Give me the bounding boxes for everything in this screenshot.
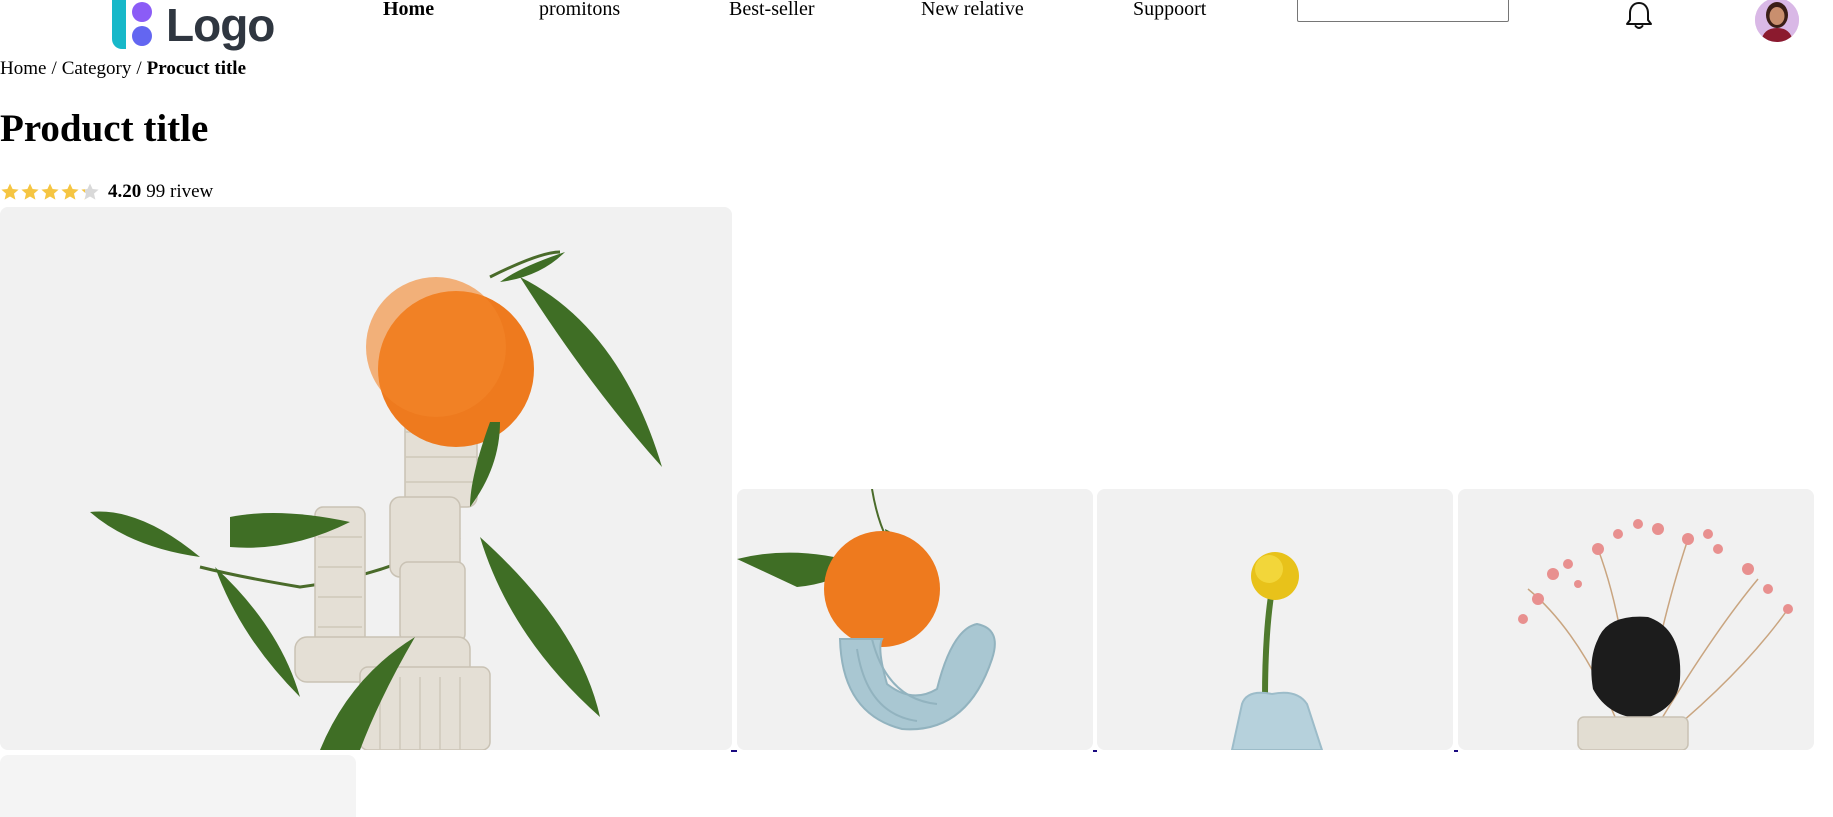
- thumbnail-indicator: [1093, 750, 1097, 752]
- image-placeholder: [0, 755, 356, 817]
- nav-new-relative[interactable]: New relative: [921, 0, 1024, 21]
- thumbnail-indicator: [731, 750, 737, 752]
- logo-mark-icon: [110, 0, 160, 50]
- logo[interactable]: Logo: [110, 0, 275, 51]
- breadcrumb-home[interactable]: Home: [0, 58, 46, 79]
- breadcrumb: Home / Category / Procuct title: [0, 58, 246, 80]
- nav-suppoort[interactable]: Suppoort: [1133, 0, 1206, 21]
- logo-text: Logo: [166, 0, 275, 51]
- page-title: Product title: [0, 107, 209, 150]
- nav-home[interactable]: Home: [383, 0, 434, 21]
- rating-value: 4.20: [108, 181, 142, 202]
- star-icon: [81, 183, 99, 200]
- product-rating: 4.20 99 rivew: [0, 180, 213, 204]
- thumbnail-orange-blue-clay[interactable]: [737, 489, 1093, 750]
- thumbnail-indicator: [1454, 750, 1458, 752]
- nav-best-seller[interactable]: Best-seller: [729, 0, 815, 21]
- review-count[interactable]: 99 rivew: [146, 181, 213, 203]
- bell-icon[interactable]: [1623, 0, 1655, 32]
- thumbnail-yellow-flower[interactable]: [1097, 489, 1453, 750]
- breadcrumb-current: Procuct title: [146, 58, 247, 79]
- star-icon: [61, 183, 79, 200]
- star-icon: [1, 183, 19, 200]
- avatar[interactable]: [1755, 0, 1799, 42]
- breadcrumb-separator: /: [51, 58, 57, 79]
- star-icon: [41, 183, 59, 200]
- nav-promitons[interactable]: promitons: [539, 0, 620, 21]
- breadcrumb-separator: /: [136, 58, 142, 79]
- rating-stars: [0, 182, 100, 202]
- breadcrumb-category[interactable]: Category: [62, 58, 132, 79]
- thumbnail-pink-dried-flowers[interactable]: [1458, 489, 1814, 750]
- main-product-image[interactable]: [0, 207, 732, 750]
- star-icon: [21, 183, 39, 200]
- search-input[interactable]: [1297, 0, 1509, 22]
